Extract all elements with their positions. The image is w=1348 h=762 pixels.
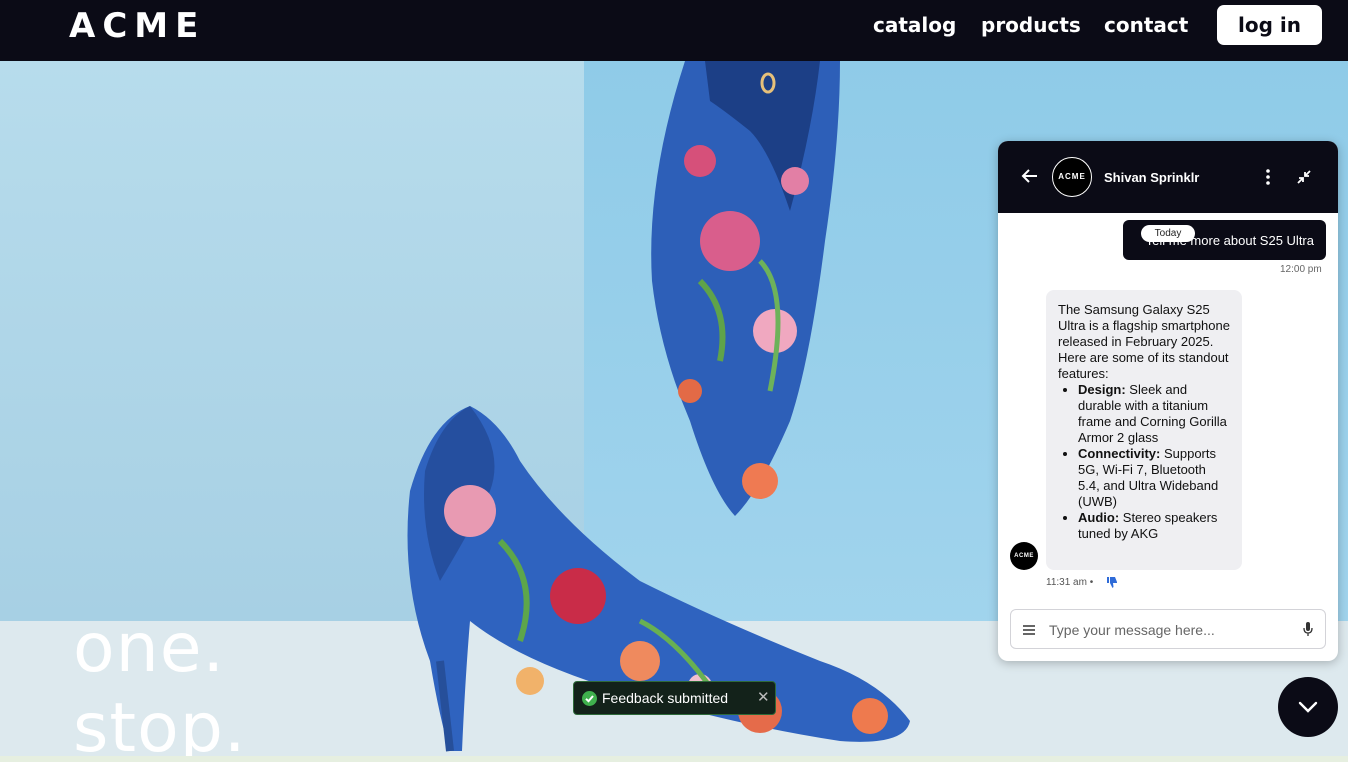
- feedback-toast: Feedback submitted ✕: [573, 681, 776, 715]
- acme-logo[interactable]: ACME: [69, 6, 205, 46]
- chat-widget: ACME Shivan Sprinklr Tell me more about …: [998, 141, 1338, 661]
- list-item: Design: Sleek and durable with a titaniu…: [1078, 382, 1230, 446]
- check-circle-icon: [582, 691, 597, 706]
- bot-message-time: 11:31 am •: [1046, 577, 1094, 588]
- message-composer: [1010, 609, 1326, 649]
- hamburger-icon[interactable]: [1022, 624, 1036, 636]
- hero-tagline-line2: stop.: [73, 689, 247, 756]
- nav-products[interactable]: products: [981, 13, 1081, 37]
- close-icon[interactable]: ✕: [757, 688, 770, 706]
- chat-launcher-button[interactable]: [1278, 677, 1338, 737]
- nav-contact[interactable]: contact: [1104, 13, 1188, 37]
- bot-message-intro: The Samsung Galaxy S25 Ultra is a flagsh…: [1058, 302, 1230, 381]
- agent-avatar: ACME: [1052, 157, 1092, 197]
- chevron-down-icon: [1298, 701, 1318, 713]
- date-separator: Today: [1141, 225, 1195, 242]
- chat-header: ACME Shivan Sprinklr: [998, 141, 1338, 213]
- toast-message: Feedback submitted: [602, 690, 729, 706]
- page-bottom-strip: [0, 756, 1348, 762]
- login-button[interactable]: log in: [1217, 5, 1322, 45]
- thumbs-down-icon[interactable]: [1107, 577, 1117, 588]
- user-message-time: 12:00 pm: [1280, 264, 1322, 275]
- top-navbar: ACME catalog products contact log in: [0, 0, 1348, 61]
- bot-message-bubble: The Samsung Galaxy S25 Ultra is a flagsh…: [1046, 290, 1242, 570]
- mic-icon[interactable]: [1303, 622, 1313, 637]
- bot-avatar: ACME: [1010, 542, 1038, 570]
- list-item: Connectivity: Supports 5G, Wi-Fi 7, Blue…: [1078, 446, 1230, 510]
- minimize-icon[interactable]: [1294, 167, 1314, 187]
- agent-name: Shivan Sprinklr: [1104, 170, 1200, 185]
- list-item: Audio: Stereo speakers tuned by AKG: [1078, 510, 1230, 542]
- message-input[interactable]: [1049, 619, 1289, 641]
- hero-tagline-line1: one.: [73, 609, 226, 688]
- nav-catalog[interactable]: catalog: [873, 13, 956, 37]
- feature-list: Design: Sleek and durable with a titaniu…: [1058, 382, 1230, 542]
- kebab-icon[interactable]: [1260, 167, 1276, 187]
- arrow-left-icon[interactable]: [1020, 166, 1040, 186]
